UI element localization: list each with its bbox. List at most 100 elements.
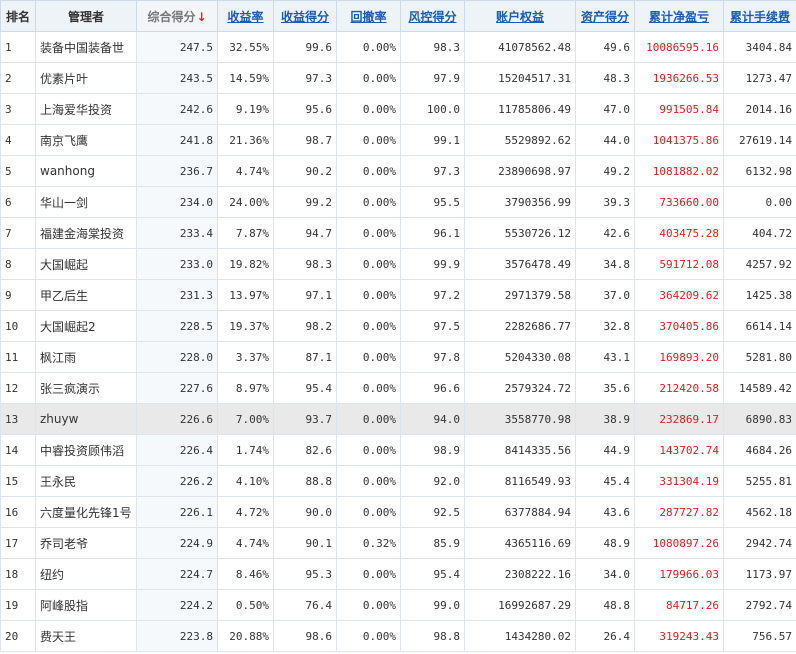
cell-manager: 优素片叶 xyxy=(35,62,137,94)
header-total-score[interactable]: 综合得分↓ xyxy=(136,0,218,32)
cell-return-rate: 4.74% xyxy=(217,155,274,187)
table-row[interactable]: 13 zhuyw 226.6 7.00% 93.7 0.00% 94.0 3558770.98… xyxy=(0,403,796,435)
cell-total-score: 234.0 xyxy=(136,186,218,218)
cell-return-score: 97.3 xyxy=(273,62,337,94)
cell-total-score: 224.7 xyxy=(136,558,218,590)
cell-rank: 19 xyxy=(0,589,36,621)
cell-return-score: 98.6 xyxy=(273,620,337,652)
cell-net-profit: 287727.82 xyxy=(634,496,724,528)
cell-return-score: 99.6 xyxy=(273,31,337,63)
cell-equity: 8414335.56 xyxy=(464,434,576,466)
cell-drawdown: 0.00% xyxy=(336,496,401,528)
header-return-rate[interactable]: 收益率 xyxy=(217,0,274,32)
table-row[interactable]: 14 中睿投资顾伟滔 226.4 1.74% 82.6 0.00% 98.9 8414335.… xyxy=(0,434,796,466)
cell-asset-score: 32.8 xyxy=(575,310,635,342)
cell-drawdown: 0.00% xyxy=(336,93,401,125)
cell-drawdown: 0.00% xyxy=(336,279,401,311)
cell-drawdown: 0.00% xyxy=(336,124,401,156)
cell-net-profit: 1041375.86 xyxy=(634,124,724,156)
cell-total-score: 226.1 xyxy=(136,496,218,528)
header-risk-score[interactable]: 风控得分 xyxy=(400,0,465,32)
table-row[interactable]: 1 装备中国装备世 247.5 32.55% 99.6 0.00% 98.3 41078562… xyxy=(0,31,796,63)
cell-asset-score: 38.9 xyxy=(575,403,635,435)
cell-asset-score: 48.9 xyxy=(575,527,635,559)
header-return-score[interactable]: 收益得分 xyxy=(273,0,337,32)
cell-net-profit: 733660.00 xyxy=(634,186,724,218)
table-body: 1 装备中国装备世 247.5 32.55% 99.6 0.00% 98.3 41078562… xyxy=(0,31,796,652)
table-row[interactable]: 2 优素片叶 243.5 14.59% 97.3 0.00% 97.9 15204517.31… xyxy=(0,62,796,94)
cell-drawdown: 0.32% xyxy=(336,527,401,559)
table-row[interactable]: 11 枫江雨 228.0 3.37% 87.1 0.00% 97.8 5204330.08 43… xyxy=(0,341,796,373)
cell-fees: 4684.26 xyxy=(723,434,796,466)
cell-total-score: 247.5 xyxy=(136,31,218,63)
cell-drawdown: 0.00% xyxy=(336,186,401,218)
table-row[interactable]: 4 南京飞鹰 241.8 21.36% 98.7 0.00% 99.1 5529892.62 4… xyxy=(0,124,796,156)
cell-net-profit: 1936266.53 xyxy=(634,62,724,94)
table-row[interactable]: 15 王永民 226.2 4.10% 88.8 0.00% 92.0 8116549.93 45… xyxy=(0,465,796,497)
cell-manager: 上海爱华投资 xyxy=(35,93,137,125)
cell-total-score: 226.2 xyxy=(136,465,218,497)
table-row[interactable]: 16 六度量化先锋1号 226.1 4.72% 90.0 0.00% 92.5 6377884… xyxy=(0,496,796,528)
table-row[interactable]: 6 华山一剑 234.0 24.00% 99.2 0.00% 95.5 3790356.99 3… xyxy=(0,186,796,218)
cell-net-profit: 319243.43 xyxy=(634,620,724,652)
header-equity[interactable]: 账户权益 xyxy=(464,0,576,32)
cell-rank: 6 xyxy=(0,186,36,218)
cell-drawdown: 0.00% xyxy=(336,31,401,63)
header-fees[interactable]: 累计手续费 xyxy=(723,0,796,32)
cell-fees: 27619.14 xyxy=(723,124,796,156)
cell-manager: 福建金海棠投资 xyxy=(35,217,137,249)
header-net-profit[interactable]: 累计净盈亏 xyxy=(634,0,724,32)
cell-return-score: 98.3 xyxy=(273,248,337,280)
cell-fees: 4257.92 xyxy=(723,248,796,280)
cell-drawdown: 0.00% xyxy=(336,62,401,94)
cell-asset-score: 37.0 xyxy=(575,279,635,311)
cell-asset-score: 26.4 xyxy=(575,620,635,652)
cell-total-score: 231.3 xyxy=(136,279,218,311)
table-row[interactable]: 7 福建金海棠投资 233.4 7.87% 94.7 0.00% 96.1 5530726.1… xyxy=(0,217,796,249)
cell-drawdown: 0.00% xyxy=(336,434,401,466)
table-row[interactable]: 17 乔司老爷 224.9 4.74% 90.1 0.32% 85.9 4365116.69 4… xyxy=(0,527,796,559)
cell-fees: 1425.38 xyxy=(723,279,796,311)
cell-equity: 15204517.31 xyxy=(464,62,576,94)
cell-rank: 14 xyxy=(0,434,36,466)
header-drawdown[interactable]: 回撤率 xyxy=(336,0,401,32)
cell-total-score: 223.8 xyxy=(136,620,218,652)
cell-drawdown: 0.00% xyxy=(336,465,401,497)
cell-rank: 15 xyxy=(0,465,36,497)
cell-drawdown: 0.00% xyxy=(336,155,401,187)
cell-net-profit: 364209.62 xyxy=(634,279,724,311)
cell-fees: 2014.16 xyxy=(723,93,796,125)
table-row[interactable]: 12 张三疯演示 227.6 8.97% 95.4 0.00% 96.6 2579324.72… xyxy=(0,372,796,404)
header-row: 排名 管理者 综合得分↓ 收益率 收益得分 回撤率 风控得分 账户权益 资产得分… xyxy=(0,0,796,32)
cell-manager: 大国崛起 xyxy=(35,248,137,280)
table-row[interactable]: 5 wanhong 236.7 4.74% 90.2 0.00% 97.3 23890698.… xyxy=(0,155,796,187)
cell-manager: 张三疯演示 xyxy=(35,372,137,404)
table-row[interactable]: 9 甲乙后生 231.3 13.97% 97.1 0.00% 97.2 2971379.58 3… xyxy=(0,279,796,311)
cell-drawdown: 0.00% xyxy=(336,217,401,249)
cell-return-rate: 14.59% xyxy=(217,62,274,94)
cell-equity: 41078562.48 xyxy=(464,31,576,63)
cell-risk-score: 95.5 xyxy=(400,186,465,218)
cell-asset-score: 44.0 xyxy=(575,124,635,156)
cell-drawdown: 0.00% xyxy=(336,589,401,621)
table-row[interactable]: 8 大国崛起 233.0 19.82% 98.3 0.00% 99.9 3576478.49 3… xyxy=(0,248,796,280)
table-row[interactable]: 20 费天王 223.8 20.88% 98.6 0.00% 98.8 1434280.02 2… xyxy=(0,620,796,652)
cell-equity: 3790356.99 xyxy=(464,186,576,218)
cell-manager: 华山一剑 xyxy=(35,186,137,218)
table-row[interactable]: 19 阿峰股指 224.2 0.50% 76.4 0.00% 99.0 16992687.29… xyxy=(0,589,796,621)
cell-manager: 枫江雨 xyxy=(35,341,137,373)
cell-return-rate: 4.72% xyxy=(217,496,274,528)
ranking-table: 排名 管理者 综合得分↓ 收益率 收益得分 回撤率 风控得分 账户权益 资产得分… xyxy=(0,0,796,652)
table-row[interactable]: 18 纽约 224.7 8.46% 95.3 0.00% 95.4 2308222.16 34.… xyxy=(0,558,796,590)
table-row[interactable]: 10 大国崛起2 228.5 19.37% 98.2 0.00% 97.5 2282686.7… xyxy=(0,310,796,342)
cell-rank: 1 xyxy=(0,31,36,63)
table-row[interactable]: 3 上海爱华投资 242.6 9.19% 95.6 0.00% 100.0 11785806.… xyxy=(0,93,796,125)
cell-return-score: 95.3 xyxy=(273,558,337,590)
cell-asset-score: 49.6 xyxy=(575,31,635,63)
cell-net-profit: 212420.58 xyxy=(634,372,724,404)
table-header: 排名 管理者 综合得分↓ 收益率 收益得分 回撤率 风控得分 账户权益 资产得分… xyxy=(0,0,796,32)
cell-manager: 阿峰股指 xyxy=(35,589,137,621)
cell-return-rate: 21.36% xyxy=(217,124,274,156)
cell-total-score: 224.2 xyxy=(136,589,218,621)
header-asset-score[interactable]: 资产得分 xyxy=(575,0,635,32)
